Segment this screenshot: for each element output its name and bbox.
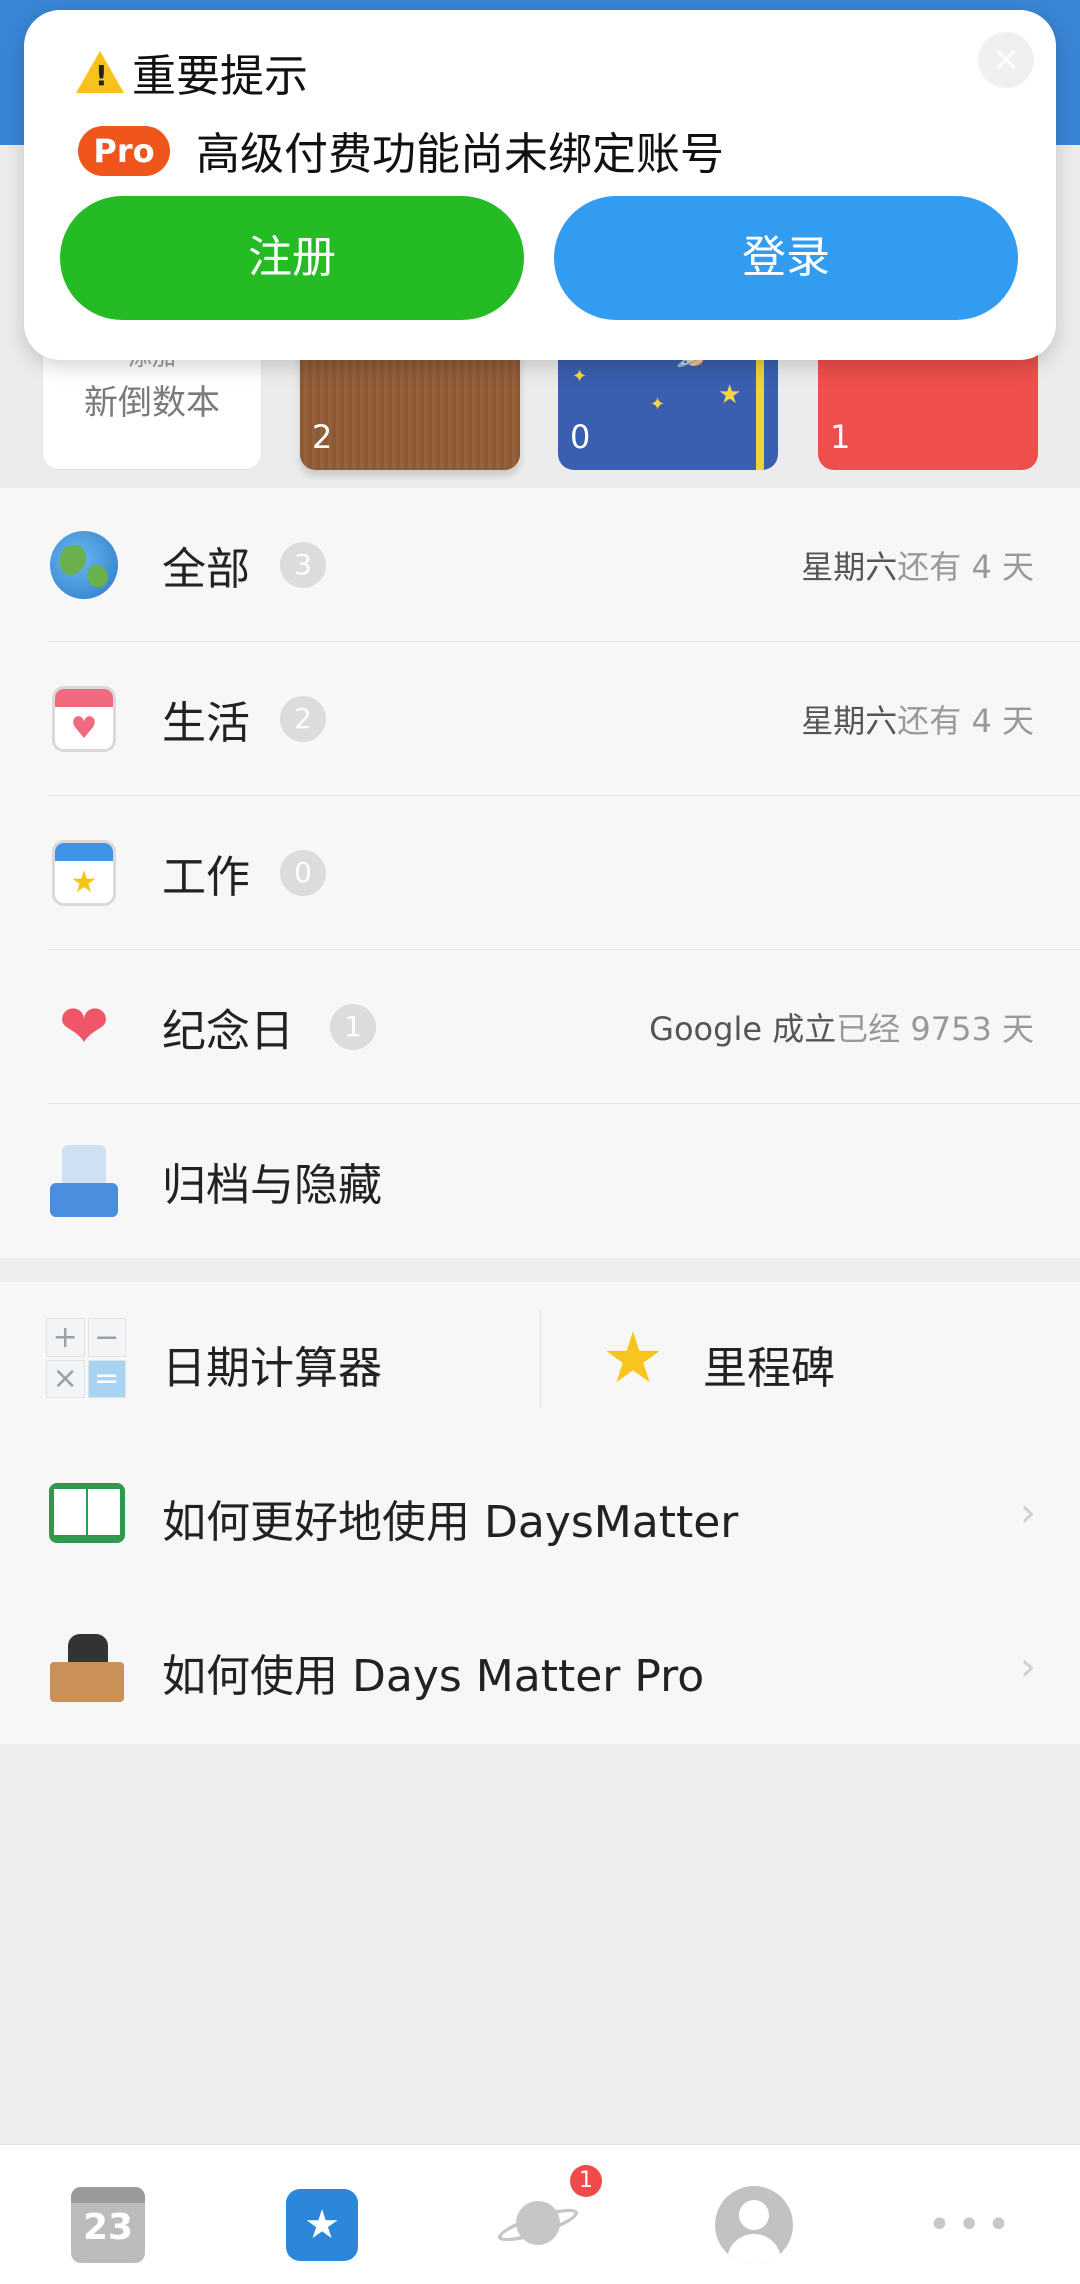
- notification-badge: 1: [570, 2165, 602, 2197]
- help-link-row[interactable]: 如何更好地使用 DaysMatter ›: [0, 1436, 1080, 1590]
- tools-section: + − × = 日期计算器 ★ 里程碑 如何更好地使用 DaysMatter › 如何…: [0, 1282, 1080, 1744]
- book-count: 1: [830, 418, 851, 456]
- star-icon: ★: [601, 1317, 665, 1399]
- nav-more-tab[interactable]: •••: [928, 2185, 1012, 2265]
- event-remaining: 还有 4 天: [897, 548, 1034, 586]
- milestones-label: 里程碑: [703, 1343, 835, 1394]
- pro-help-link-label: 如何使用 Days Matter Pro: [162, 1651, 705, 1702]
- close-icon[interactable]: ×: [978, 32, 1034, 88]
- category-row-all[interactable]: 全部 3 星期六还有 4 天: [0, 488, 1080, 642]
- warning-icon: !: [76, 51, 124, 93]
- event-name: 星期六: [801, 702, 898, 740]
- category-label: 全部: [162, 544, 250, 595]
- star-decoration-icon: ★: [718, 380, 742, 410]
- planet-icon: [494, 2195, 582, 2255]
- book-count: 2: [312, 418, 333, 456]
- calculator-icon: + − × =: [44, 1316, 128, 1400]
- nav-profile-tab[interactable]: [714, 2185, 794, 2265]
- dialog-title-row: ! 重要提示: [76, 40, 308, 104]
- event-remaining: 还有 4 天: [897, 702, 1034, 740]
- avatar-icon: [715, 2186, 793, 2264]
- star-decoration-icon: ✦: [650, 394, 666, 415]
- nav-calendar-tab[interactable]: 23: [68, 2185, 148, 2265]
- book-count: 0: [570, 418, 591, 456]
- category-next-event: Google 成立已经 9753 天: [649, 1004, 1034, 1050]
- register-button[interactable]: 注册: [60, 196, 524, 320]
- tool-shortcuts-row: + − × = 日期计算器 ★ 里程碑: [0, 1282, 1080, 1436]
- nav-favorites-tab[interactable]: ★: [282, 2185, 362, 2265]
- globe-icon: [48, 529, 120, 601]
- account-binding-dialog: ! 重要提示 Pro 高级付费功能尚未绑定账号 × 注册 登录: [24, 10, 1056, 360]
- category-count-badge: 1: [330, 1004, 376, 1050]
- category-label: 工作: [162, 852, 250, 903]
- category-count-badge: 2: [280, 696, 326, 742]
- category-row-anniversary[interactable]: ❤ 纪念日 1 Google 成立已经 9753 天: [0, 950, 1080, 1104]
- milestones-button[interactable]: ★ 里程碑: [541, 1282, 1080, 1436]
- hearts-icon: ❤: [58, 992, 110, 1062]
- category-label: 纪念日: [162, 1006, 294, 1057]
- star-decoration-icon: ✦: [572, 366, 588, 387]
- event-name: 星期六: [801, 548, 898, 586]
- category-list: 全部 3 星期六还有 4 天 ♥ 生活 2 星期六还有 4 天 ★ 工作 0 ❤…: [0, 488, 1080, 1258]
- chevron-right-icon: ›: [1020, 1644, 1036, 1690]
- bottom-navigation: 23 ★ 1 •••: [0, 2144, 1080, 2284]
- open-book-icon: [48, 1474, 126, 1552]
- category-row-life[interactable]: ♥ 生活 2 星期六还有 4 天: [0, 642, 1080, 796]
- dialog-message: 高级付费功能尚未绑定账号: [196, 129, 724, 180]
- help-link-label: 如何更好地使用 DaysMatter: [162, 1497, 739, 1548]
- login-button[interactable]: 登录: [554, 196, 1018, 320]
- calendar-icon: 23: [71, 2187, 145, 2263]
- pro-help-link-row[interactable]: 如何使用 Days Matter Pro ›: [0, 1590, 1080, 1744]
- event-remaining: 已经 9753 天: [836, 1010, 1034, 1048]
- category-next-event: 星期六还有 4 天: [801, 696, 1034, 742]
- star-list-icon: ★: [286, 2189, 358, 2261]
- category-count-badge: 3: [280, 542, 326, 588]
- date-calculator-label: 日期计算器: [162, 1343, 382, 1394]
- archive-icon: [48, 1145, 120, 1217]
- calendar-day: 23: [82, 2207, 134, 2248]
- event-name: Google 成立: [649, 1010, 837, 1048]
- cat-in-box-icon: [48, 1628, 126, 1706]
- new-book-label: 新倒数本: [84, 383, 220, 423]
- category-next-event: 星期六还有 4 天: [801, 542, 1034, 588]
- star-calendar-icon: ★: [48, 837, 120, 909]
- pro-badge: Pro: [78, 126, 170, 176]
- chevron-right-icon: ›: [1020, 1490, 1036, 1536]
- category-row-work[interactable]: ★ 工作 0: [0, 796, 1080, 950]
- category-row-archive[interactable]: 归档与隐藏: [0, 1104, 1080, 1258]
- more-icon: •••: [927, 2202, 1017, 2248]
- heart-calendar-icon: ♥: [48, 683, 120, 755]
- category-count-badge: 0: [280, 850, 326, 896]
- category-label: 生活: [162, 698, 250, 749]
- date-calculator-button[interactable]: + − × = 日期计算器: [0, 1282, 540, 1436]
- category-label: 归档与隐藏: [162, 1160, 382, 1211]
- nav-discover-tab[interactable]: [494, 2185, 582, 2265]
- dialog-title: 重要提示: [132, 51, 308, 102]
